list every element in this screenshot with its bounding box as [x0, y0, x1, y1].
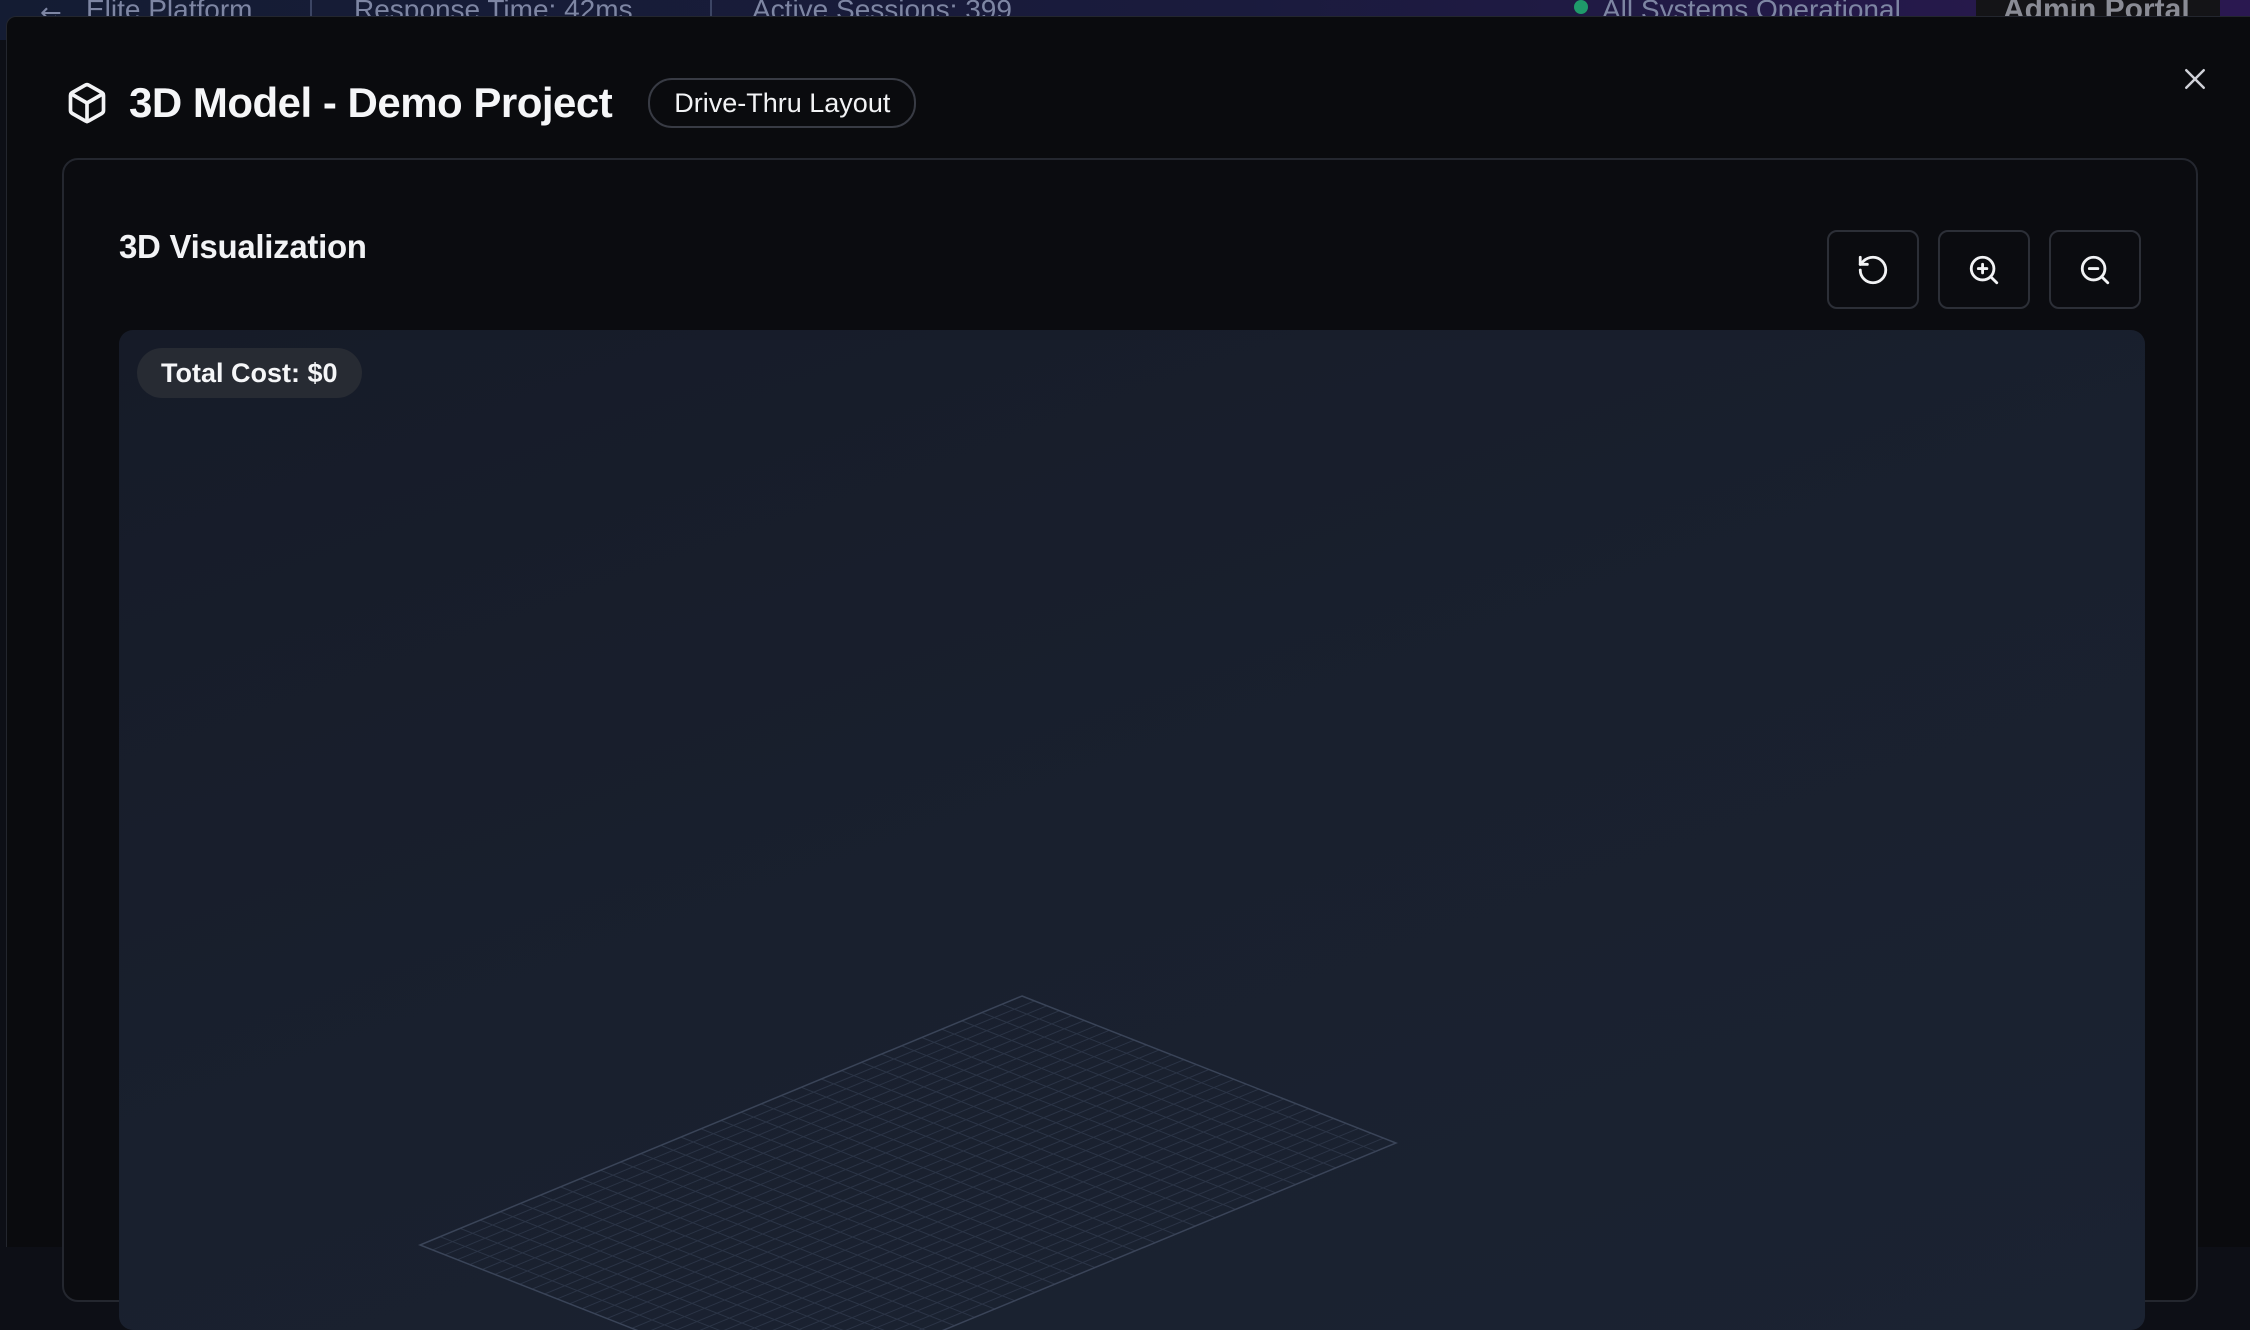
- zoom-out-icon: [2078, 253, 2112, 287]
- grid-line: [632, 1079, 1234, 1328]
- grid-line: [581, 1179, 955, 1326]
- grid-line: [641, 1154, 1015, 1301]
- layout-type-badge: Drive-Thru Layout: [648, 78, 916, 128]
- visualization-title: 3D Visualization: [119, 228, 367, 266]
- visualization-controls: [1827, 230, 2141, 309]
- rotate-reset-icon: [1856, 253, 1890, 287]
- grid-line: [681, 1137, 1055, 1284]
- zoom-out-button[interactable]: [2049, 230, 2141, 309]
- zoom-in-icon: [1967, 253, 2001, 287]
- 3d-viewport-canvas[interactable]: Total Cost: $0: [119, 330, 2145, 1330]
- total-cost-label: Total Cost: $0: [137, 348, 362, 398]
- grid-line: [701, 1129, 1075, 1276]
- status-dot-icon: [1574, 0, 1588, 14]
- grid-line: [601, 1170, 975, 1317]
- close-button[interactable]: [2173, 57, 2217, 101]
- grid-line: [619, 1074, 1221, 1323]
- grid-line: [460, 1228, 834, 1330]
- grid-line: [661, 1145, 1035, 1292]
- floor-grid: [119, 330, 2145, 1330]
- model-modal: 3D Model - Demo Project Drive-Thru Layou…: [6, 16, 2250, 1247]
- divider: [710, 0, 712, 16]
- grid-line: [682, 1099, 1284, 1330]
- divider: [310, 0, 312, 16]
- cube-icon: [65, 81, 109, 125]
- modal-header: 3D Model - Demo Project Drive-Thru Layou…: [65, 71, 916, 135]
- grid-line: [721, 1121, 1095, 1268]
- grid-line: [621, 1162, 995, 1309]
- reset-view-button[interactable]: [1827, 230, 1919, 309]
- grid-line: [732, 1119, 1334, 1330]
- visualization-card: 3D Visualization: [62, 158, 2198, 1302]
- modal-title: 3D Model - Demo Project: [129, 79, 612, 127]
- zoom-in-button[interactable]: [1938, 230, 2030, 309]
- close-icon: [2180, 64, 2210, 94]
